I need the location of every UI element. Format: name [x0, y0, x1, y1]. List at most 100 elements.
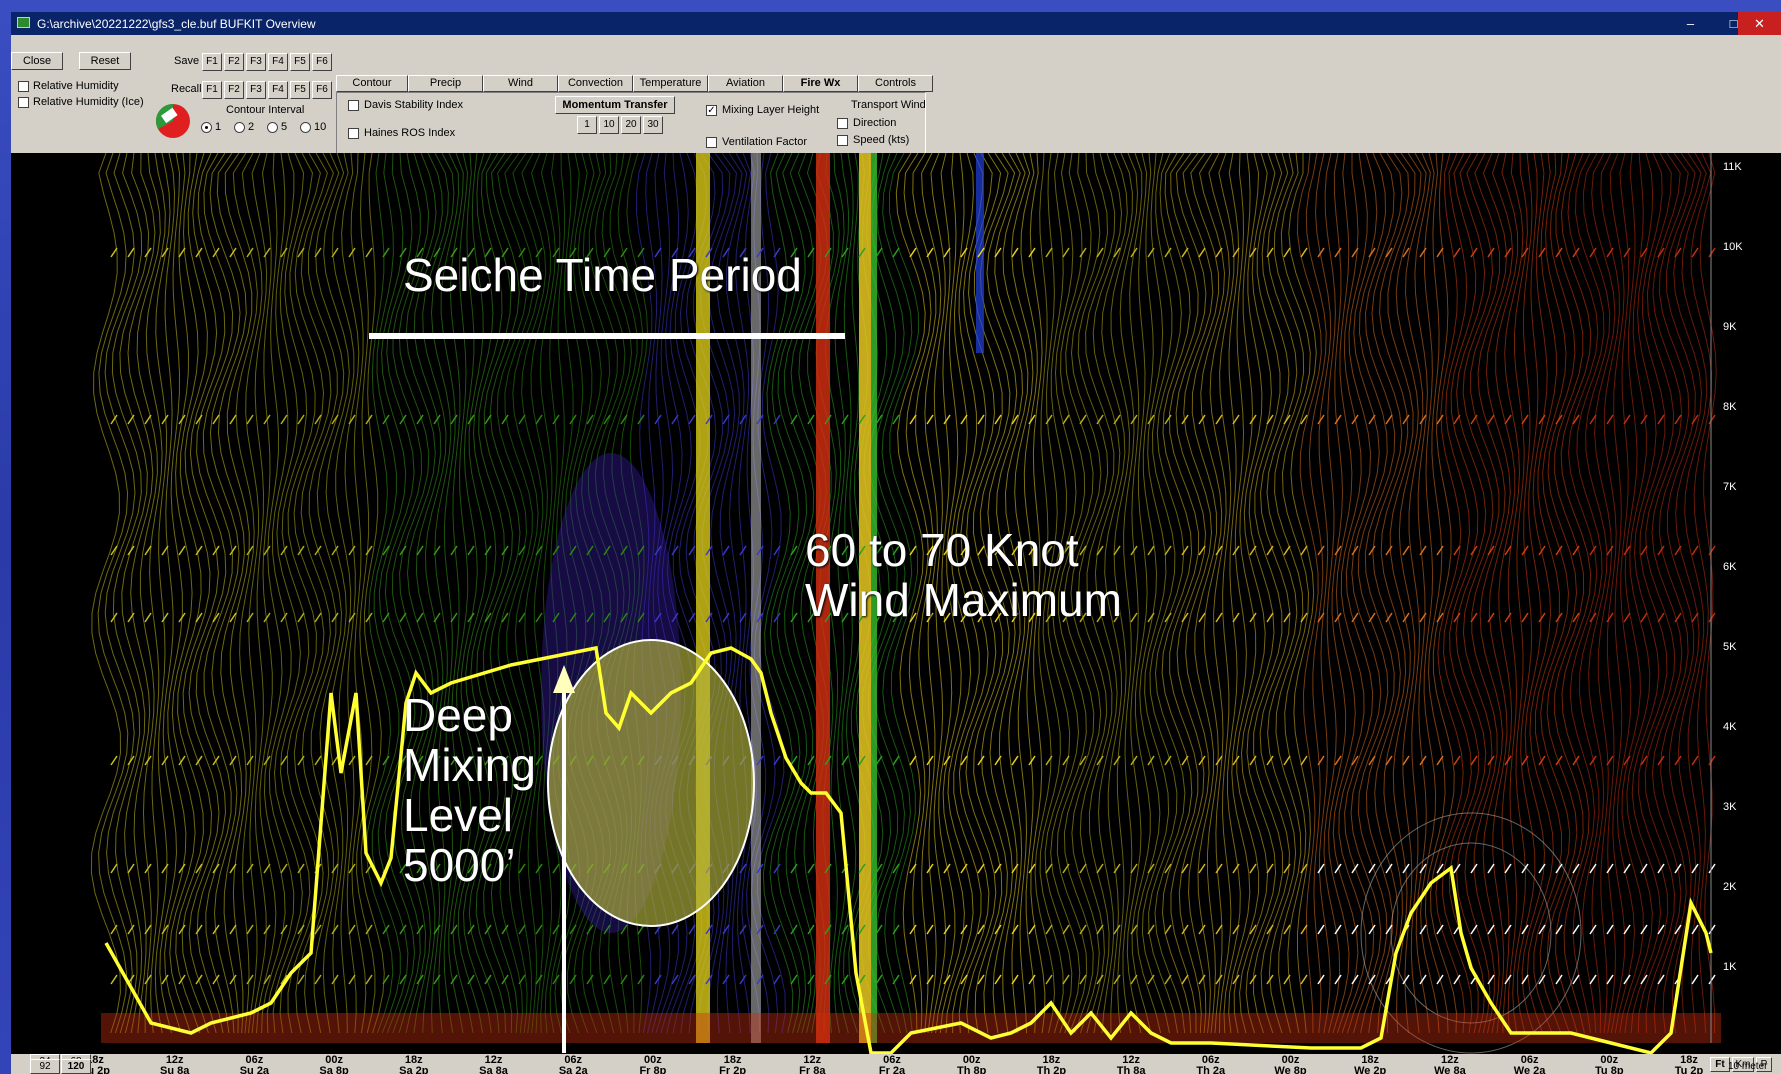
- wind-barb: [110, 247, 118, 258]
- height-tick-label: 8K: [1723, 401, 1737, 413]
- direction-checkbox[interactable]: [837, 118, 848, 129]
- time-tick-label: 00z Th 8p: [952, 1055, 992, 1074]
- momentum-20-button[interactable]: 20: [621, 116, 641, 134]
- contour-line: [323, 152, 350, 1034]
- wind-barb: [1606, 924, 1614, 935]
- wind-barb: [909, 755, 917, 766]
- height-tick-label: 11K: [1723, 161, 1742, 173]
- wind-barb: [246, 414, 254, 425]
- recall-f5-button[interactable]: F5: [290, 81, 310, 99]
- contour-line: [209, 152, 241, 1034]
- wind-barb: [1453, 414, 1461, 425]
- wind-barb: [1657, 612, 1665, 623]
- save-f1-button[interactable]: F1: [202, 53, 222, 71]
- rh-ice-checkbox[interactable]: [18, 97, 29, 108]
- close-window-button[interactable]: ✕: [1738, 12, 1781, 35]
- contour-line: [1470, 152, 1501, 1034]
- mixing-layer-checkbox[interactable]: ✓: [706, 105, 717, 116]
- contour-line: [1273, 152, 1305, 1034]
- wind-barb: [348, 924, 356, 935]
- tab-controls[interactable]: Controls: [858, 75, 933, 92]
- wind-barb: [535, 974, 543, 985]
- time-local: Sa 8p: [319, 1065, 349, 1074]
- save-f5-button[interactable]: F5: [290, 53, 310, 71]
- save-f2-button[interactable]: F2: [224, 53, 244, 71]
- wind-barb: [416, 612, 424, 623]
- momentum-30-button[interactable]: 30: [643, 116, 663, 134]
- zoom-120-button[interactable]: 120: [61, 1059, 91, 1074]
- contour-radio-1[interactable]: [201, 122, 212, 133]
- zoom-92-button[interactable]: 92: [30, 1059, 60, 1074]
- wind-barb: [1249, 414, 1257, 425]
- close-button[interactable]: Close: [11, 52, 63, 70]
- time-height-plot[interactable]: 11K 10K 9K 8K 7K 6K 5K 4K 3K 2K 1K Seiche Time Per…: [11, 152, 1781, 1055]
- ventilation-checkbox[interactable]: [706, 137, 717, 148]
- height-tick-label: 5K: [1723, 641, 1737, 653]
- minimize-button[interactable]: –: [1669, 12, 1712, 35]
- wind-barb: [246, 974, 254, 985]
- wind-barb: [1045, 924, 1053, 935]
- time-local: We 2p: [1354, 1065, 1387, 1074]
- tab-wind[interactable]: Wind: [483, 75, 558, 92]
- davis-checkbox[interactable]: [348, 100, 359, 111]
- contour-line: [350, 152, 367, 1034]
- time-local: Th 8p: [957, 1065, 987, 1074]
- recall-f3-button[interactable]: F3: [246, 81, 266, 99]
- recall-f4-button[interactable]: F4: [268, 81, 288, 99]
- wind-barb: [1113, 414, 1121, 425]
- wind-barb: [1317, 924, 1325, 935]
- wind-barb: [1130, 974, 1138, 985]
- momentum-transfer-button[interactable]: Momentum Transfer: [555, 96, 675, 114]
- wind-barb: [246, 924, 254, 935]
- wind-barb: [229, 545, 237, 556]
- contour-line: [1119, 152, 1139, 1034]
- wind-barb: [1232, 755, 1240, 766]
- wind-barb: [399, 612, 407, 623]
- tab-temperature[interactable]: Temperature: [633, 75, 708, 92]
- wind-barb: [807, 755, 815, 766]
- wind-barb: [1164, 545, 1172, 556]
- units-ft-button[interactable]: Ft: [1710, 1057, 1730, 1072]
- recall-f2-button[interactable]: F2: [224, 81, 244, 99]
- contour-line: [1136, 152, 1162, 1034]
- save-f3-button[interactable]: F3: [246, 53, 266, 71]
- recall-f6-button[interactable]: F6: [312, 81, 332, 99]
- tab-aviation[interactable]: Aviation: [708, 75, 783, 92]
- recall-f1-button[interactable]: F1: [202, 81, 222, 99]
- time-local: Th 2p: [1036, 1065, 1067, 1074]
- contour-radio-10[interactable]: [300, 122, 311, 133]
- save-f6-button[interactable]: F6: [312, 53, 332, 71]
- contour-line: [188, 152, 220, 1034]
- tab-contour[interactable]: Contour: [336, 75, 408, 92]
- contour-radio-2[interactable]: [234, 122, 245, 133]
- contour-line: [1690, 152, 1713, 1034]
- wind-barb: [1079, 247, 1087, 258]
- reset-button[interactable]: Reset: [79, 52, 131, 70]
- wind-barb: [1011, 924, 1019, 935]
- contour-radio-5[interactable]: [267, 122, 278, 133]
- wind-barb: [1317, 863, 1325, 874]
- wind-barb: [1368, 755, 1376, 766]
- time-tick-label: 00z Tu 8p: [1589, 1055, 1629, 1074]
- haines-checkbox[interactable]: [348, 128, 359, 139]
- contour-line: [1357, 152, 1389, 1034]
- speed-checkbox[interactable]: [837, 135, 848, 146]
- tab-fire-wx[interactable]: Fire Wx: [783, 75, 858, 92]
- tab-precip[interactable]: Precip: [408, 75, 483, 92]
- save-f4-button[interactable]: F4: [268, 53, 288, 71]
- rh-checkbox[interactable]: [18, 81, 29, 92]
- wind-barb: [212, 863, 220, 874]
- tab-convection[interactable]: Convection: [558, 75, 633, 92]
- wind-barb: [450, 545, 458, 556]
- wind-barb: [1691, 414, 1699, 425]
- rh-label: Relative Humidity: [33, 80, 119, 92]
- wind-barb: [1487, 863, 1495, 874]
- momentum-10-button[interactable]: 10: [599, 116, 619, 134]
- wind-barb: [1283, 545, 1291, 556]
- wind-barb: [1215, 414, 1223, 425]
- wind-barb: [382, 924, 390, 935]
- momentum-1-button[interactable]: 1: [577, 116, 597, 134]
- wind-barb: [1453, 612, 1461, 623]
- time-local: Fr 8p: [639, 1065, 667, 1074]
- wind-barb: [1402, 755, 1410, 766]
